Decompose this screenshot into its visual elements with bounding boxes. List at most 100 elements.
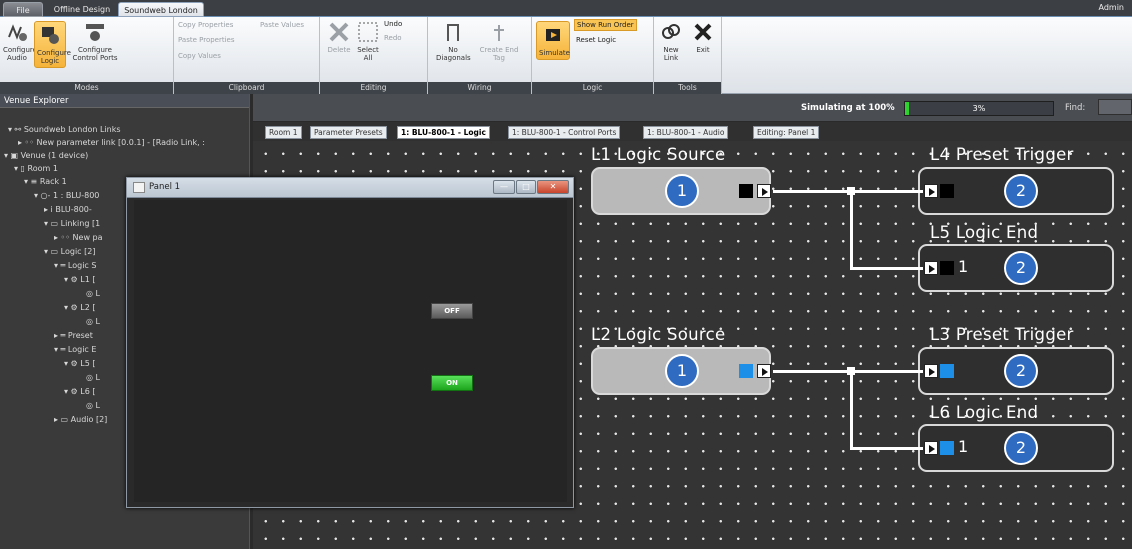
- tree-item[interactable]: ▸ ▭ Audio [2]: [54, 414, 107, 425]
- tree-item[interactable]: ◎ L: [86, 400, 100, 411]
- wire[interactable]: [850, 447, 923, 450]
- new-link-button[interactable]: New Link: [658, 21, 684, 62]
- run-order-badge: 1: [665, 174, 699, 208]
- input-pin[interactable]: [924, 364, 938, 378]
- ribbon-group-modes: Configure Audio Configure Logic Configur…: [0, 17, 174, 94]
- control-ports-icon: [84, 21, 106, 43]
- run-order-badge: 2: [1004, 354, 1038, 388]
- tree-item[interactable]: ▾ ═ Logic E: [54, 344, 96, 355]
- input-pin[interactable]: [924, 184, 938, 198]
- tree-item[interactable]: ▾ ▯ Room 1: [14, 163, 58, 174]
- group-label-wiring: Wiring: [428, 82, 531, 94]
- tree-item[interactable]: ▾ ▭ Logic [2]: [44, 246, 95, 257]
- tab-parameter-presets[interactable]: Parameter Presets: [310, 126, 387, 139]
- group-label-clipboard: Clipboard: [174, 82, 319, 94]
- select-all-button[interactable]: Select All: [356, 21, 380, 62]
- document-tabs: Room 1 Parameter Presets 1: BLU-800-1 - …: [253, 126, 1132, 139]
- tab-file[interactable]: File: [3, 2, 43, 17]
- undo-button[interactable]: Undo: [384, 19, 402, 29]
- tree-item[interactable]: ▾ ▣ Venue (1 device): [4, 150, 88, 161]
- tree-item[interactable]: ▾ ⚙ L1 [: [64, 274, 96, 285]
- tree-item[interactable]: ◎ L: [86, 316, 100, 327]
- run-order-badge: 1: [665, 354, 699, 388]
- configure-audio-button[interactable]: Configure Audio: [3, 21, 37, 62]
- tree-item[interactable]: ▸ ◦◦ New pa: [54, 232, 103, 243]
- tree-item[interactable]: ▾ ⚙ L2 [: [64, 302, 96, 313]
- tree-item[interactable]: ▸ ⅰ BLU-800-: [44, 204, 92, 215]
- output-pin[interactable]: [757, 364, 771, 378]
- tree-item[interactable]: ▾ ○- 1 : BLU-800: [34, 190, 99, 201]
- tree-item[interactable]: ▾ ═ Logic S: [54, 260, 96, 271]
- show-run-order-button[interactable]: Show Run Order: [574, 19, 637, 31]
- paste-values-button[interactable]: Paste Values: [260, 20, 304, 30]
- tree-item[interactable]: ▾ ⚯ Soundweb London Links: [8, 124, 121, 135]
- panel-title-bar[interactable]: Panel 1 — □ ✕: [127, 178, 573, 198]
- maximize-button[interactable]: □: [516, 180, 536, 194]
- preset-trigger-block-l4[interactable]: 2: [918, 167, 1114, 215]
- block-title-l1: L1 Logic Source: [591, 145, 726, 164]
- copy-values-button[interactable]: Copy Values: [178, 51, 221, 61]
- progress-text: 3%: [972, 104, 986, 113]
- tab-editing-panel-1[interactable]: Editing: Panel 1: [753, 126, 820, 139]
- tree-item[interactable]: ◎ L: [86, 372, 100, 383]
- end-tag-icon: [488, 21, 510, 43]
- close-button[interactable]: ✕: [537, 180, 569, 194]
- wire[interactable]: [850, 191, 853, 269]
- tree-item[interactable]: ▾ ≡ Rack 1: [24, 176, 67, 187]
- tree-item[interactable]: ◎ L: [86, 288, 100, 299]
- tree-item[interactable]: ▸ ═ Preset: [54, 330, 93, 341]
- tab-soundweb-london[interactable]: Soundweb London: [118, 2, 204, 17]
- redo-button[interactable]: Redo: [384, 33, 402, 43]
- ribbon-group-clipboard: Copy Properties Paste Values Paste Prope…: [174, 17, 320, 94]
- block-title-l6: L6 Logic End: [930, 403, 1039, 422]
- off-button[interactable]: OFF: [431, 303, 473, 319]
- wire[interactable]: [850, 371, 853, 449]
- panel-1-window[interactable]: Panel 1 — □ ✕ OFF ON: [126, 177, 574, 508]
- group-label-editing: Editing: [320, 82, 427, 94]
- configure-control-ports-button[interactable]: Configure Control Ports: [70, 21, 120, 62]
- ribbon-group-wiring: No Diagonals Create End Tag Wiring: [428, 17, 532, 94]
- on-button[interactable]: ON: [431, 375, 473, 391]
- block-title-l4: L4 Preset Trigger: [930, 145, 1074, 164]
- preset-trigger-block-l3[interactable]: 2: [918, 347, 1114, 395]
- panel-window-icon: [133, 182, 145, 193]
- input-pin[interactable]: [924, 261, 938, 275]
- minimize-button[interactable]: —: [493, 180, 515, 194]
- logic-source-block-l2[interactable]: 1: [591, 347, 771, 395]
- create-end-tag-button[interactable]: Create End Tag: [478, 21, 520, 62]
- simulate-icon: [542, 24, 564, 46]
- reset-logic-button[interactable]: Reset Logic: [576, 35, 616, 45]
- logic-end-block-l6[interactable]: 1 2: [918, 424, 1114, 472]
- logic-config-icon: [39, 24, 61, 46]
- panel-title: Panel 1: [149, 182, 181, 192]
- block-title-l5: L5 Logic End: [930, 223, 1039, 242]
- tab-offline-design[interactable]: Offline Design: [52, 2, 112, 17]
- group-label-logic: Logic: [532, 82, 653, 94]
- output-state-indicator: [739, 184, 753, 198]
- delete-button[interactable]: Delete: [326, 21, 352, 54]
- tab-logic[interactable]: 1: BLU-800-1 - Logic: [397, 126, 490, 139]
- tree-item[interactable]: ▾ ⚙ L6 [: [64, 386, 96, 397]
- no-diagonals-button[interactable]: No Diagonals: [436, 21, 471, 62]
- tab-control-ports[interactable]: 1: BLU-800-1 - Control Ports: [508, 126, 621, 139]
- logic-source-block-l1[interactable]: 1: [591, 167, 771, 215]
- tree-item[interactable]: ▸ ◦◦ New parameter link [0.0.1] - [Radio…: [18, 137, 205, 148]
- tree-item[interactable]: ▾ ⚙ L5 [: [64, 358, 96, 369]
- configure-logic-button[interactable]: Configure Logic: [34, 21, 71, 68]
- input-pin[interactable]: [924, 441, 938, 455]
- tree-item[interactable]: ▾ ▭ Linking [1: [44, 218, 100, 229]
- output-pin[interactable]: [757, 184, 771, 198]
- exit-button[interactable]: Exit: [690, 21, 716, 54]
- wire[interactable]: [850, 267, 923, 270]
- tab-room-1[interactable]: Room 1: [265, 126, 302, 139]
- user-name[interactable]: Admin: [1099, 3, 1125, 12]
- exit-x-icon: [692, 21, 714, 43]
- paste-properties-button[interactable]: Paste Properties: [178, 35, 235, 45]
- logic-end-block-l5[interactable]: 1 2: [918, 244, 1114, 292]
- logic-value: 1: [958, 257, 969, 276]
- find-input[interactable]: [1098, 99, 1132, 115]
- block-title-l2: L2 Logic Source: [591, 325, 726, 344]
- copy-properties-button[interactable]: Copy Properties: [178, 20, 233, 30]
- tab-audio[interactable]: 1: BLU-800-1 - Audio: [643, 126, 729, 139]
- simulate-button[interactable]: Simulate: [536, 21, 570, 60]
